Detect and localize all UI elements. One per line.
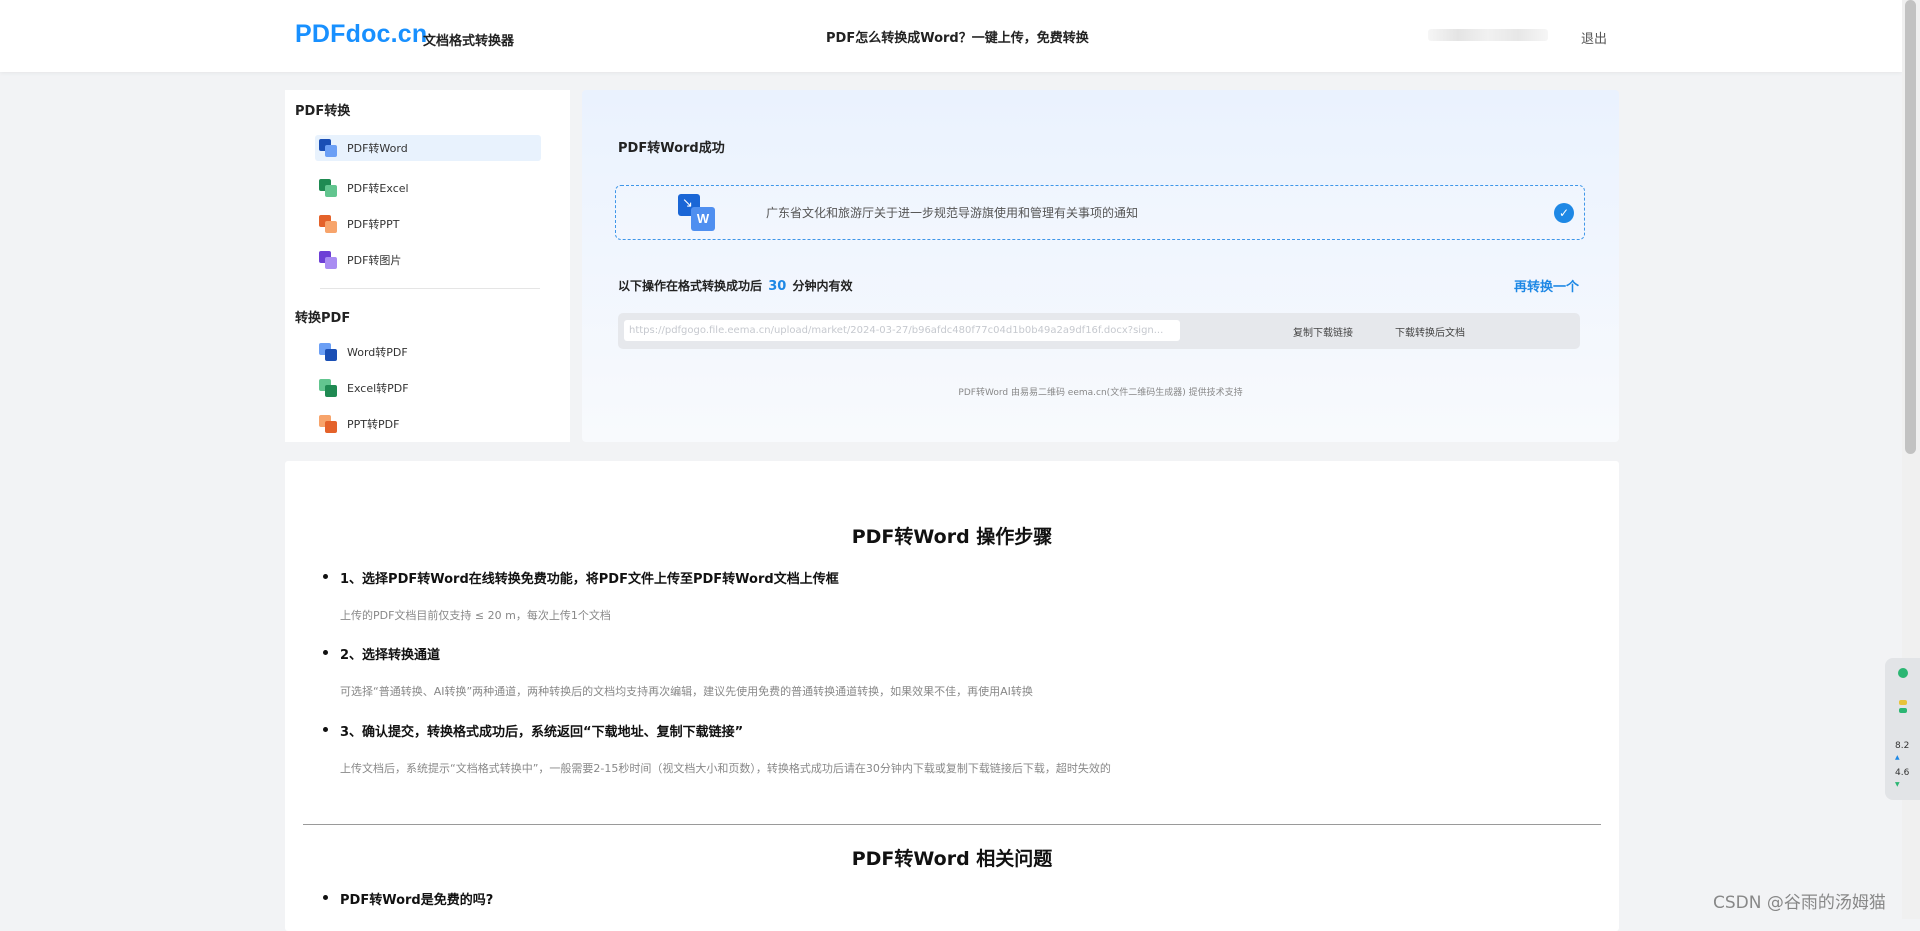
step-title: 1、选择PDF转Word在线转换免费功能，将PDF文件上传至PDF转Word文档… [323,568,839,587]
download-link-input[interactable] [624,320,1180,341]
step-title: 2、选择转换通道 [322,644,440,663]
validity-notice: 以下操作在格式转换成功后 30 分钟内有效 [618,277,853,294]
site-logo[interactable]: PDFdoc.cn [295,20,427,49]
sidebar-item-pdf-to-image[interactable]: PDF转图片 [315,247,541,273]
download-document-button[interactable]: 下载转换后文档 [1395,324,1465,339]
step-description: 上传文档后，系统提示“文档格式转换中”，一般需要2-15秒时间（视文档大小和页数… [340,762,1111,775]
page-headline: PDF怎么转换成Word？一键上传，免费转换 [826,31,1089,46]
sidebar-item-label: Word转PDF [347,346,408,359]
validity-suffix: 分钟内有效 [792,279,853,293]
copy-link-button[interactable]: 复制下载链接 [1293,324,1353,339]
convert-another-link[interactable]: 再转换一个 [1514,276,1579,295]
sidebar-item-ppt-to-pdf[interactable]: PPT转PDF [315,411,541,437]
word-to-pdf-icon [319,343,337,361]
status-bar-icon [1899,700,1907,705]
excel-to-pdf-icon [319,379,337,397]
ppt-to-pdf-icon [319,415,337,433]
site-subtitle: 文档格式转换器 [423,34,515,49]
sidebar-item-pdf-to-ppt[interactable]: PDF转PPT [315,211,541,237]
sidebar-item-label: PDF转Excel [347,182,409,195]
download-link-bar: 复制下载链接 下载转换后文档 [618,313,1580,349]
widget-value-2: 4.6 [1895,768,1910,778]
step-description: 可选择“普通转换、AI转换”两种通道，两种转换后的文档均支持再次编辑，建议先使用… [340,685,1033,698]
sidebar-item-pdf-to-word[interactable]: PDF转Word [315,135,541,161]
instructions-article: PDF转Word 操作步骤 1、选择PDF转Word在线转换免费功能，将PDF文… [285,461,1619,931]
converted-file-box: ↘ W 广东省文化和旅游厅关于进一步规范导游旗使用和管理有关事项的通知 ✓ [615,185,1585,240]
page-scrollbar-thumb[interactable] [1905,0,1916,454]
sidebar-item-word-to-pdf[interactable]: Word转PDF [315,339,541,365]
success-title: PDF转Word成功 [618,141,725,156]
step-description: 上传的PDF文档目前仅支持 ≤ 20 m，每次上传1个文档 [340,609,611,622]
status-bar-icon [1899,708,1907,713]
sidebar-item-label: PDF转图片 [347,254,402,267]
sidebar-item-label: Excel转PDF [347,382,409,395]
steps-heading: PDF转Word 操作步骤 [851,526,1053,548]
conversion-result-panel: PDF转Word成功 ↘ W 广东省文化和旅游厅关于进一步规范导游旗使用和管理有… [582,90,1619,442]
floating-status-widget[interactable]: 8.2 ▲ 4.6 ▼ [1885,658,1920,800]
faq-heading: PDF转Word 相关问题 [851,848,1053,870]
sidebar-item-label: PDF转PPT [347,218,400,231]
user-account-blurred[interactable] [1428,29,1548,41]
validity-minutes: 30 [768,279,787,294]
step-title: 3、确认提交，转换格式成功后，系统返回“下载地址、复制下载链接” [322,721,743,740]
faq-question[interactable]: PDF转Word是免费的吗? [322,889,493,908]
word-file-icon: ↘ W [678,194,716,232]
validity-prefix: 以下操作在格式转换成功后 [618,279,763,293]
pdf-to-ppt-icon [319,215,337,233]
sidebar-item-excel-to-pdf[interactable]: Excel转PDF [315,375,541,401]
pdf-to-excel-icon [319,179,337,197]
pdf-to-word-icon [319,139,337,157]
tech-support-note: PDF转Word 由易易二维码 eema.cn(文件二维码生成器) 提供技术支持 [958,388,1243,398]
logout-link[interactable]: 退出 [1581,28,1607,47]
sidebar-divider [320,288,540,289]
widget-value-1: 8.2 [1895,741,1910,751]
sidebar-group-title-pdf-convert: PDF转换 [295,104,351,119]
section-divider [303,824,1601,825]
top-header: PDFdoc.cn 文档格式转换器 PDF怎么转换成Word？一键上传，免费转换… [0,0,1902,72]
sidebar-item-label: PDF转Word [347,142,408,155]
csdn-watermark: CSDN @谷雨的汤姆猫 [1713,893,1886,913]
sidebar-item-pdf-to-excel[interactable]: PDF转Excel [315,175,541,201]
status-dot-icon [1898,668,1908,678]
sidebar-group-title-to-pdf: 转换PDF [295,311,351,326]
pdf-to-image-icon [319,251,337,269]
conversion-sidebar: PDF转换 PDF转Word PDF转Excel PDF转PPT PDF转图片 … [285,90,570,442]
check-circle-icon: ✓ [1554,203,1574,223]
arrow-up-icon: ▲ [1895,754,1900,761]
arrow-down-icon: ▼ [1895,781,1900,788]
converted-file-name: 广东省文化和旅游厅关于进一步规范导游旗使用和管理有关事项的通知 [766,206,1139,220]
sidebar-item-label: PPT转PDF [347,418,400,431]
